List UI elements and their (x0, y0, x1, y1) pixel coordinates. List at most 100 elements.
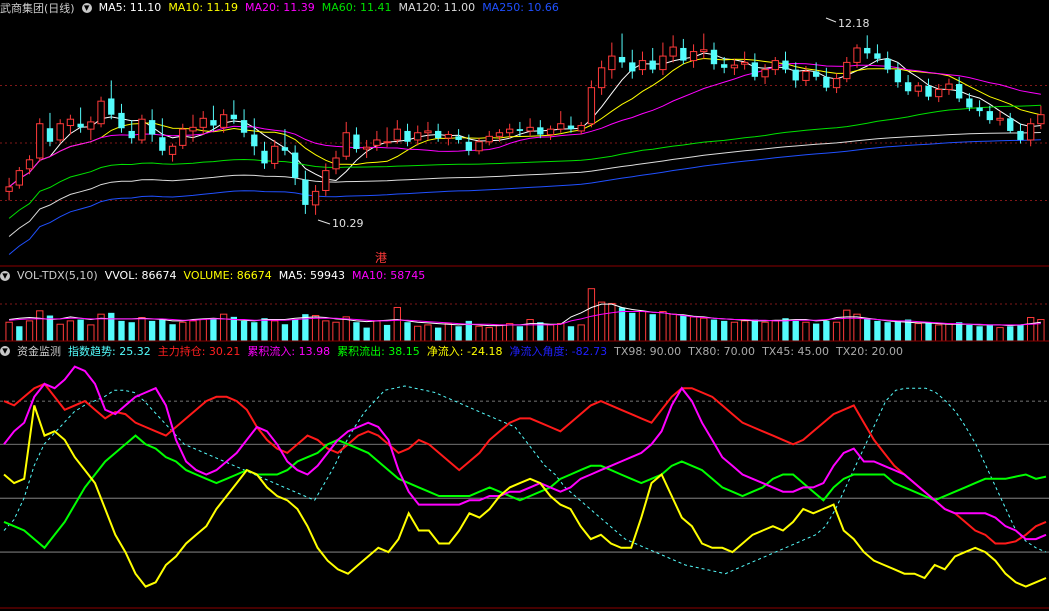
candle-body (751, 62, 759, 77)
candle (740, 51, 749, 70)
price-panel-header: 武商集团(日线) ▾ MA5: 11.10 MA10: 11.19 MA20: 11… (0, 0, 566, 15)
volume-bar (199, 319, 207, 342)
candle (894, 62, 902, 88)
candle-body (649, 60, 656, 70)
candle-body (597, 67, 606, 89)
candle-body (1007, 118, 1014, 131)
volume-bar (914, 323, 922, 342)
candle (546, 125, 555, 140)
candle (680, 38, 687, 65)
ma-legend: MA5: 11.10 MA10: 11.19 MA20: 11.39 MA60: 11… (99, 1, 566, 14)
toggle-circle-icon[interactable]: ▾ (0, 345, 10, 356)
candle-body (322, 170, 330, 191)
candle-body (986, 111, 993, 121)
candle (291, 145, 299, 186)
volume-bar (25, 320, 34, 342)
candle-body (710, 49, 718, 65)
volume-panel[interactable] (0, 288, 1049, 342)
candle (506, 123, 514, 139)
candle-body (792, 69, 799, 81)
volume-bar (587, 288, 596, 342)
candle (383, 127, 391, 148)
fund-panel-header: ▾ 资金监测 指数趋势: 25.32 主力持仓: 30.21 累积流入: 13.98 累… (0, 343, 910, 358)
candle-body (1027, 123, 1035, 141)
candle-body (25, 159, 34, 170)
fund-legend-item-4: 累积流出: 38.15 (337, 344, 420, 358)
candle (210, 105, 217, 131)
fund-legend-item-7: TX98: 90.00 (614, 344, 682, 358)
candle (638, 51, 647, 76)
vol-legend-item-3: MA5: 59943 (278, 269, 346, 282)
candle-body (689, 51, 698, 62)
candle-body (843, 61, 851, 80)
candle-body (168, 145, 177, 155)
volume-bar (219, 313, 228, 342)
candle (56, 119, 64, 144)
volume-bar (925, 322, 932, 341)
volume-bar (5, 321, 13, 342)
stock-name[interactable]: 武商集团(日线) (0, 0, 75, 16)
candle-body (230, 114, 238, 120)
candle-body (812, 71, 820, 77)
price-panel[interactable] (0, 17, 1049, 255)
candle-body (955, 84, 963, 99)
candle-body (15, 170, 23, 186)
candle (230, 100, 238, 124)
candle (138, 114, 146, 144)
candle-body (77, 123, 84, 128)
volume-bar (373, 320, 381, 342)
hk-connect-marker[interactable]: 港 (375, 251, 387, 265)
candle (884, 51, 891, 74)
volume-bar (730, 321, 739, 342)
candle (353, 127, 360, 153)
candle-body (148, 120, 156, 135)
candle-body (832, 78, 841, 89)
toggle-circle-icon[interactable]: ▾ (0, 270, 10, 281)
candle (271, 139, 279, 169)
fund-legend-item-0: 资金监测 (17, 344, 61, 358)
candle (240, 109, 248, 138)
volume-bar (843, 309, 851, 342)
volume-bar (455, 326, 462, 341)
candle-body (526, 126, 534, 132)
candle-body (537, 127, 544, 135)
candle-body (608, 55, 616, 71)
volume-bar (516, 326, 524, 341)
volume-bar (240, 320, 248, 341)
candle (629, 49, 636, 79)
candle (976, 100, 983, 117)
candle-body (414, 132, 422, 141)
candle-body (444, 134, 453, 139)
fund-legend-item-2: 主力持仓: 30.21 (157, 344, 241, 358)
candle-body (434, 130, 442, 139)
toggle-circle-icon[interactable]: ▾ (81, 2, 92, 13)
volume-bar (996, 327, 1004, 342)
volume-bar (148, 320, 156, 341)
high-pointer (825, 17, 837, 23)
candle (996, 111, 1004, 126)
candle (904, 75, 912, 95)
candle (945, 78, 953, 95)
ma-line-20 (8, 62, 1041, 188)
volume-bar (1027, 317, 1035, 342)
candle (5, 177, 13, 201)
volume-bar (159, 318, 166, 341)
volume-bar (680, 315, 687, 341)
volume-bar (271, 320, 279, 342)
candle (251, 118, 258, 156)
candle-body (874, 53, 881, 59)
candle-body (864, 47, 871, 54)
candle-body (659, 55, 667, 71)
fund-legend: 资金监测 指数趋势: 25.32 主力持仓: 30.21 累积流入: 13.98 累积流… (17, 343, 910, 359)
candle (608, 42, 616, 79)
candle-body (240, 120, 248, 133)
candle-body (138, 118, 146, 141)
volume-bar (332, 321, 340, 342)
candle-body (271, 145, 279, 164)
fund-panel[interactable] (0, 365, 1049, 588)
volume-bar (353, 322, 360, 341)
candle-body (291, 152, 299, 178)
volume-bar (363, 327, 370, 341)
volume-bar (955, 322, 963, 341)
candle (311, 185, 320, 215)
